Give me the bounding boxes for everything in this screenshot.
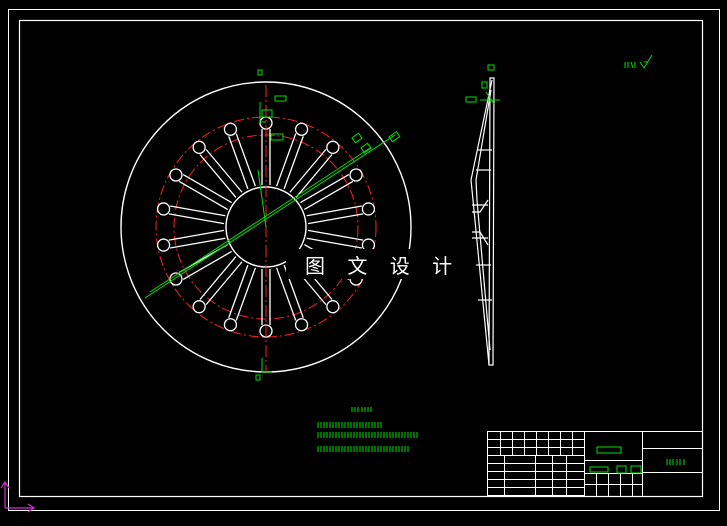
watermark-text: 图 文 设 计	[305, 254, 461, 278]
tech-title-glyphs	[351, 407, 372, 412]
